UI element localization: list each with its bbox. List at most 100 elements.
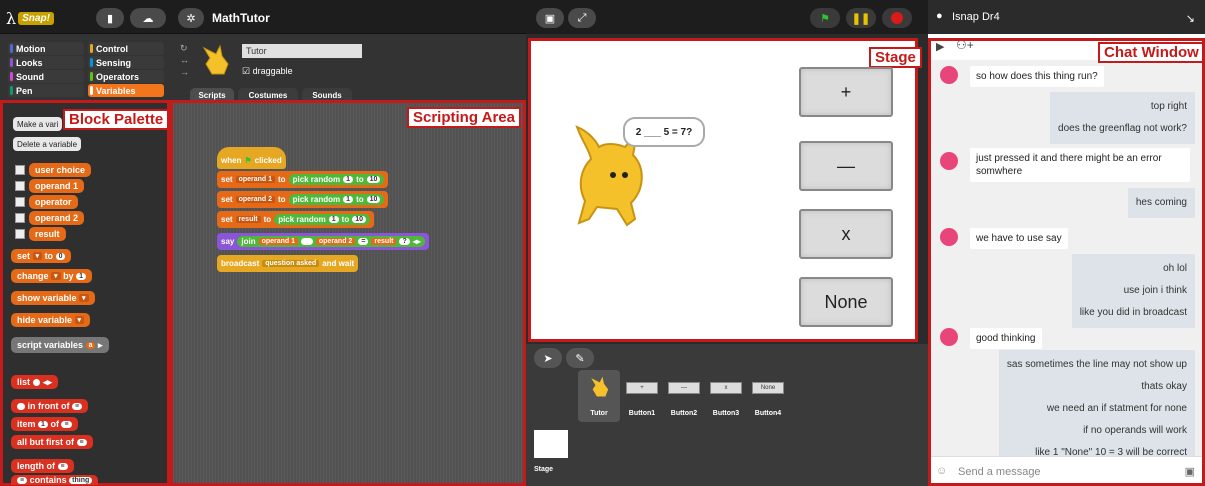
length-of-block[interactable]: length of ≡ [11, 459, 74, 473]
var-checkbox[interactable] [15, 165, 25, 175]
change-block[interactable]: change ▾ by 1 [11, 269, 92, 283]
var-checkbox[interactable] [15, 197, 25, 207]
draggable-checkbox[interactable]: ☑ draggable [242, 66, 293, 77]
label-chat-window: Chat Window [1098, 42, 1205, 63]
chat-message: just pressed it and there might be an er… [970, 148, 1190, 182]
chat-messages: so how does this thing run? top right doe… [928, 60, 1205, 456]
set-block[interactable]: set ▾ to 0 [11, 249, 72, 263]
cloud-icon[interactable]: ☁ [130, 8, 166, 28]
settings-gear-icon[interactable]: ✲ [178, 8, 204, 28]
collapse-arrow-icon[interactable]: ↘ [1186, 12, 1195, 25]
all-but-first-block[interactable]: all but first of ≡ [11, 435, 93, 449]
set-operand1-block[interactable]: set operand 1 to pick random 1 to 10 [217, 171, 389, 188]
var-result[interactable]: result [29, 227, 66, 241]
set-operand2-block[interactable]: set operand 2 to pick random 1 to 10 [217, 191, 389, 208]
chat-message: hes coming [1127, 188, 1195, 218]
chat-message: we have to use say [970, 228, 1068, 249]
category-looks[interactable]: Looks [8, 56, 84, 69]
sprite-corral: ➤ ✎ Tutor + Button1 — Button2 x Button3 … [526, 344, 928, 486]
category-sensing[interactable]: Sensing [88, 56, 164, 69]
stage-button-none[interactable]: None [799, 277, 893, 327]
stage[interactable]: Stage 2 ___ 5 = 7? + — x None [528, 38, 922, 342]
stage-button-times[interactable]: x [799, 209, 893, 259]
var-operand-1[interactable]: operand 1 [29, 179, 85, 193]
green-flag-icon: ⚑ [820, 12, 830, 25]
delete-variable-button[interactable]: Delete a variable [13, 137, 82, 151]
snap-logo[interactable]: λ Snap! [6, 6, 66, 30]
add-user-icon[interactable]: ⚇+ [956, 38, 974, 52]
pause-button[interactable]: ❚❚ [846, 8, 876, 28]
scripting-area[interactable]: Scripting Area when ⚑ clicked set operand 1… [170, 100, 526, 486]
list-block[interactable]: list ◂▸ [11, 375, 59, 389]
image-upload-icon[interactable]: ▣ [1185, 465, 1195, 478]
sprite-thumbnail [202, 44, 229, 75]
label-stage: Stage [869, 47, 922, 68]
sprite-tutor-selected[interactable]: Tutor [578, 370, 620, 422]
chat-message: good thinking [970, 328, 1042, 349]
broadcast-and-wait-block[interactable]: broadcast question asked and wait [217, 255, 359, 272]
sprite-label: Button2 [670, 410, 698, 417]
location-pin-icon: ● [936, 10, 943, 22]
button4-thumb[interactable]: None [752, 382, 784, 394]
avatar [940, 66, 958, 84]
in-front-of-block[interactable]: in front of ≡ [11, 399, 89, 413]
sprite-label: Button4 [754, 410, 782, 417]
var-operator[interactable]: operator [29, 195, 78, 209]
chat-message: so how does this thing run? [970, 66, 1104, 87]
category-control[interactable]: Control [88, 42, 164, 55]
say-join-block[interactable]: say join operand 1 operand 2 = result? ◂▸ [217, 233, 429, 250]
speech-bubble: 2 ___ 5 = 7? [623, 117, 705, 147]
category-sound[interactable]: Sound [8, 70, 84, 83]
avatar [940, 328, 958, 346]
var-checkbox[interactable] [15, 229, 25, 239]
paint-brush-icon[interactable]: ✎ [566, 348, 594, 368]
file-icon[interactable]: ▮ [96, 8, 124, 28]
stage-button-plus[interactable]: + [799, 67, 893, 117]
category-operators[interactable]: Operators [88, 70, 164, 83]
hide-variable-block[interactable]: hide variable ▾ [11, 313, 91, 327]
var-operand-2[interactable]: operand 2 [29, 211, 85, 225]
emoji-icon[interactable]: ☺ [936, 465, 947, 477]
stage-thumb[interactable] [534, 430, 568, 458]
sprite-label: Button1 [628, 410, 656, 417]
stage-label: Stage [534, 466, 554, 473]
avatar [940, 152, 958, 170]
category-pen[interactable]: Pen [8, 84, 84, 97]
chat-message: oh lol use join i think like you did in br… [1071, 254, 1195, 328]
button3-thumb[interactable]: x [710, 382, 742, 394]
category-motion[interactable]: Motion [8, 42, 84, 55]
script-variables-block[interactable]: script variables a ▸ [11, 337, 109, 353]
sprite-name-field[interactable]: Tutor [242, 44, 362, 58]
chat-title: Isnap Dr4 [952, 11, 1000, 23]
contains-block[interactable]: ≡ contains thing [11, 475, 99, 485]
var-user-choice[interactable]: user choice [29, 163, 92, 177]
stage-size-icon[interactable]: ▣ [536, 8, 564, 28]
var-checkbox[interactable] [15, 181, 25, 191]
item-of-block[interactable]: item 1 of ≡ [11, 417, 78, 431]
video-camera-icon[interactable]: ▶ [936, 40, 944, 53]
rotation-style-icons[interactable]: ↻ ↔ → [180, 42, 189, 78]
message-input[interactable]: ☺ Send a message ▣ [928, 456, 1205, 486]
sprite-label: Button3 [712, 410, 740, 417]
green-flag-icon: ⚑ [244, 156, 252, 165]
sprite-label: Tutor [590, 410, 608, 417]
label-scripting-area: Scripting Area [407, 107, 521, 128]
make-variable-button[interactable]: Make a vari [13, 117, 63, 131]
button1-thumb[interactable]: + [626, 382, 658, 394]
green-flag-button[interactable]: ⚑ [810, 8, 840, 28]
stop-button[interactable] [882, 8, 912, 28]
button2-thumb[interactable]: — [668, 382, 700, 394]
add-turtle-sprite-icon[interactable]: ➤ [534, 348, 562, 368]
stop-icon [891, 12, 903, 24]
show-variable-block[interactable]: show variable ▾ [11, 291, 95, 305]
chat-message: sas sometimes the line may not show up th… [998, 350, 1195, 456]
category-variables[interactable]: Variables [88, 84, 164, 97]
set-result-block[interactable]: set result to pick random 1 to 10 [217, 211, 375, 228]
stage-button-minus[interactable]: — [799, 141, 893, 191]
category-selector: Motion Control Looks Sensing Sound Opera… [0, 34, 170, 100]
fullscreen-icon[interactable]: ⤢ [568, 8, 596, 28]
chat-message: top right does the greenflag not work? [1050, 92, 1195, 144]
label-block-palette: Block Palette [63, 109, 170, 130]
when-flag-clicked-block[interactable]: when ⚑ clicked [217, 147, 286, 169]
var-checkbox[interactable] [15, 213, 25, 223]
